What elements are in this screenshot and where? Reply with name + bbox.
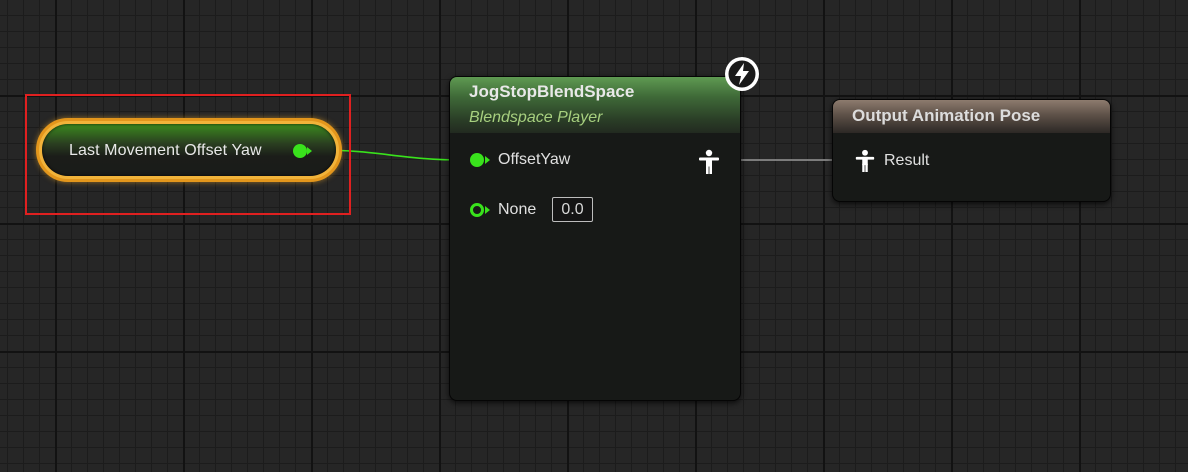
pin-arrow-icon [485,156,490,164]
variable-node-label: Last Movement Offset Yaw [69,142,262,159]
none-input-pin[interactable] [470,203,484,217]
blendspace-node-title: JogStopBlendSpace [469,82,635,101]
anim-graph-canvas[interactable]: Last Movement Offset Yaw JogStopBlendSpa… [0,0,1188,472]
pin-arrow-icon [307,147,312,155]
offsetyaw-input-pin[interactable] [470,153,484,167]
lightning-icon [725,57,759,91]
pose-person-icon[interactable] [854,149,876,173]
variable-output-pin[interactable] [293,144,307,158]
none-pin-label: None [498,201,537,218]
blendspace-player-node[interactable]: JogStopBlendSpace Blendspace Player Offs… [449,76,741,401]
output-animation-pose-node[interactable]: Output Animation Pose Result [832,99,1111,202]
pose-person-icon[interactable] [697,149,721,175]
blendspace-node-subtitle: Blendspace Player [469,109,603,126]
blendspace-node-header: JogStopBlendSpace Blendspace Player [450,77,740,133]
result-pin-label: Result [884,152,930,169]
output-node-header: Output Animation Pose [833,100,1110,133]
none-value-field[interactable]: 0.0 [552,197,593,222]
variable-node-last-movement-offset-yaw[interactable]: Last Movement Offset Yaw [36,118,342,182]
output-node-title: Output Animation Pose [852,106,1041,125]
pin-arrow-icon [485,206,490,214]
offsetyaw-pin-label: OffsetYaw [498,151,571,168]
